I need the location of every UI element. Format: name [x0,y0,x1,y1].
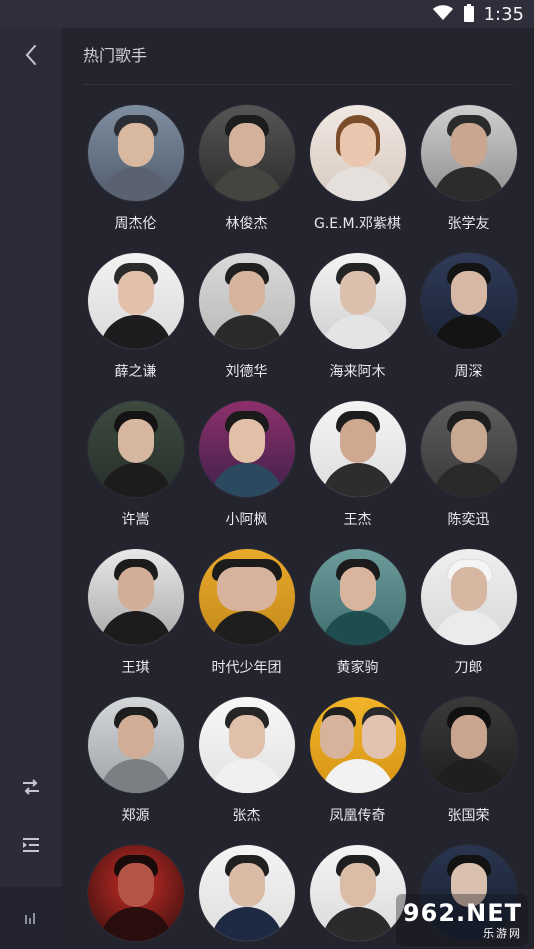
artist-avatar [198,253,295,349]
watermark-title: 962.NET [402,899,522,927]
artist-name: 黄家驹 [336,660,379,676]
artist-name: 王杰 [343,512,372,528]
artist-name: 周杰伦 [114,216,157,232]
artist-name: 时代少年团 [211,660,282,676]
artist-name: 张学友 [447,216,490,232]
artist-name: 凤凰传奇 [329,808,386,824]
artist-name: 周深 [454,364,483,380]
artist-avatar [309,845,406,941]
artist-name: 刘德华 [225,364,268,380]
artist-avatar [420,697,517,793]
artist-avatar [309,253,406,349]
artist-card[interactable]: 郑源 [80,697,191,845]
main-content: 热门歌手 周杰伦 林俊杰 G.E.M.邓紫棋 张学友 薛之谦 刘德华 海来阿木 … [62,28,534,949]
artist-card[interactable]: 王杰 [302,401,413,549]
artist-card[interactable]: 王琪 [80,549,191,697]
artist-avatar [198,845,295,941]
artist-card[interactable]: 周深 [413,253,524,401]
artist-card[interactable]: 张学友 [413,105,524,253]
watermark-subtitle: 乐游网 [483,927,522,940]
artist-card[interactable]: 周杰伦 [80,105,191,253]
artist-card[interactable]: 小阿枫 [191,401,302,549]
artist-name: G.E.M.邓紫棋 [313,216,402,232]
artist-name: 张国荣 [447,808,490,824]
artist-name: 薛之谦 [114,364,157,380]
artist-card[interactable]: 陈奕迅 [413,401,524,549]
artist-card[interactable] [80,845,191,949]
artist-avatar [87,105,184,201]
artist-name: 刀郎 [454,660,483,676]
back-button[interactable] [0,44,62,70]
artist-avatar [198,549,295,645]
artist-name: 海来阿木 [329,364,386,380]
artist-grid: 周杰伦 林俊杰 G.E.M.邓紫棋 张学友 薛之谦 刘德华 海来阿木 周深 许嵩… [80,105,526,949]
artist-avatar [87,845,184,941]
artist-name: 王琪 [121,660,150,676]
status-bar: 1:35 [0,0,534,28]
equalizer-icon [24,909,38,928]
artist-card[interactable]: 薛之谦 [80,253,191,401]
artist-avatar [87,697,184,793]
artist-card[interactable]: 张杰 [191,697,302,845]
artist-card[interactable]: G.E.M.邓紫棋 [302,105,413,253]
artist-avatar [87,253,184,349]
artist-avatar [420,105,517,201]
artist-card[interactable]: 许嵩 [80,401,191,549]
artist-card[interactable]: 张国荣 [413,697,524,845]
artist-card[interactable]: 刘德华 [191,253,302,401]
equalizer-button[interactable] [0,887,62,949]
artist-name: 小阿枫 [225,512,268,528]
status-time: 1:35 [483,4,524,25]
artist-name: 郑源 [121,808,150,824]
wifi-icon [432,5,454,25]
battery-icon [463,4,474,26]
artist-avatar [309,549,406,645]
artist-card[interactable] [191,845,302,949]
artist-card[interactable]: 海来阿木 [302,253,413,401]
artist-avatar [420,253,517,349]
back-icon [24,44,38,70]
section-title: 热门歌手 [83,46,148,65]
watermark-logo: 962.NET 乐游网 [396,894,528,946]
artist-avatar [420,401,517,497]
header-divider [83,84,513,85]
artist-avatar [198,401,295,497]
status-icons: 1:35 [432,4,524,26]
artist-card[interactable]: 凤凰传奇 [302,697,413,845]
artist-avatar [87,549,184,645]
artist-avatar [420,549,517,645]
artist-avatar [309,401,406,497]
artist-avatar [309,697,406,793]
artist-card[interactable]: 黄家驹 [302,549,413,697]
artist-card[interactable]: 时代少年团 [191,549,302,697]
artist-name: 许嵩 [121,512,150,528]
artist-name: 林俊杰 [225,216,268,232]
artist-avatar [309,105,406,201]
artist-card[interactable]: 刀郎 [413,549,524,697]
sidebar [0,28,62,949]
artist-name: 张杰 [232,808,261,824]
playlist-button[interactable] [0,836,62,858]
artist-name: 陈奕迅 [447,512,490,528]
artist-card[interactable]: 林俊杰 [191,105,302,253]
playlist-icon [21,836,41,858]
shuffle-icon [21,779,41,799]
shuffle-button[interactable] [0,778,62,800]
artist-avatar [198,105,295,201]
artist-avatar [198,697,295,793]
artist-avatar [87,401,184,497]
